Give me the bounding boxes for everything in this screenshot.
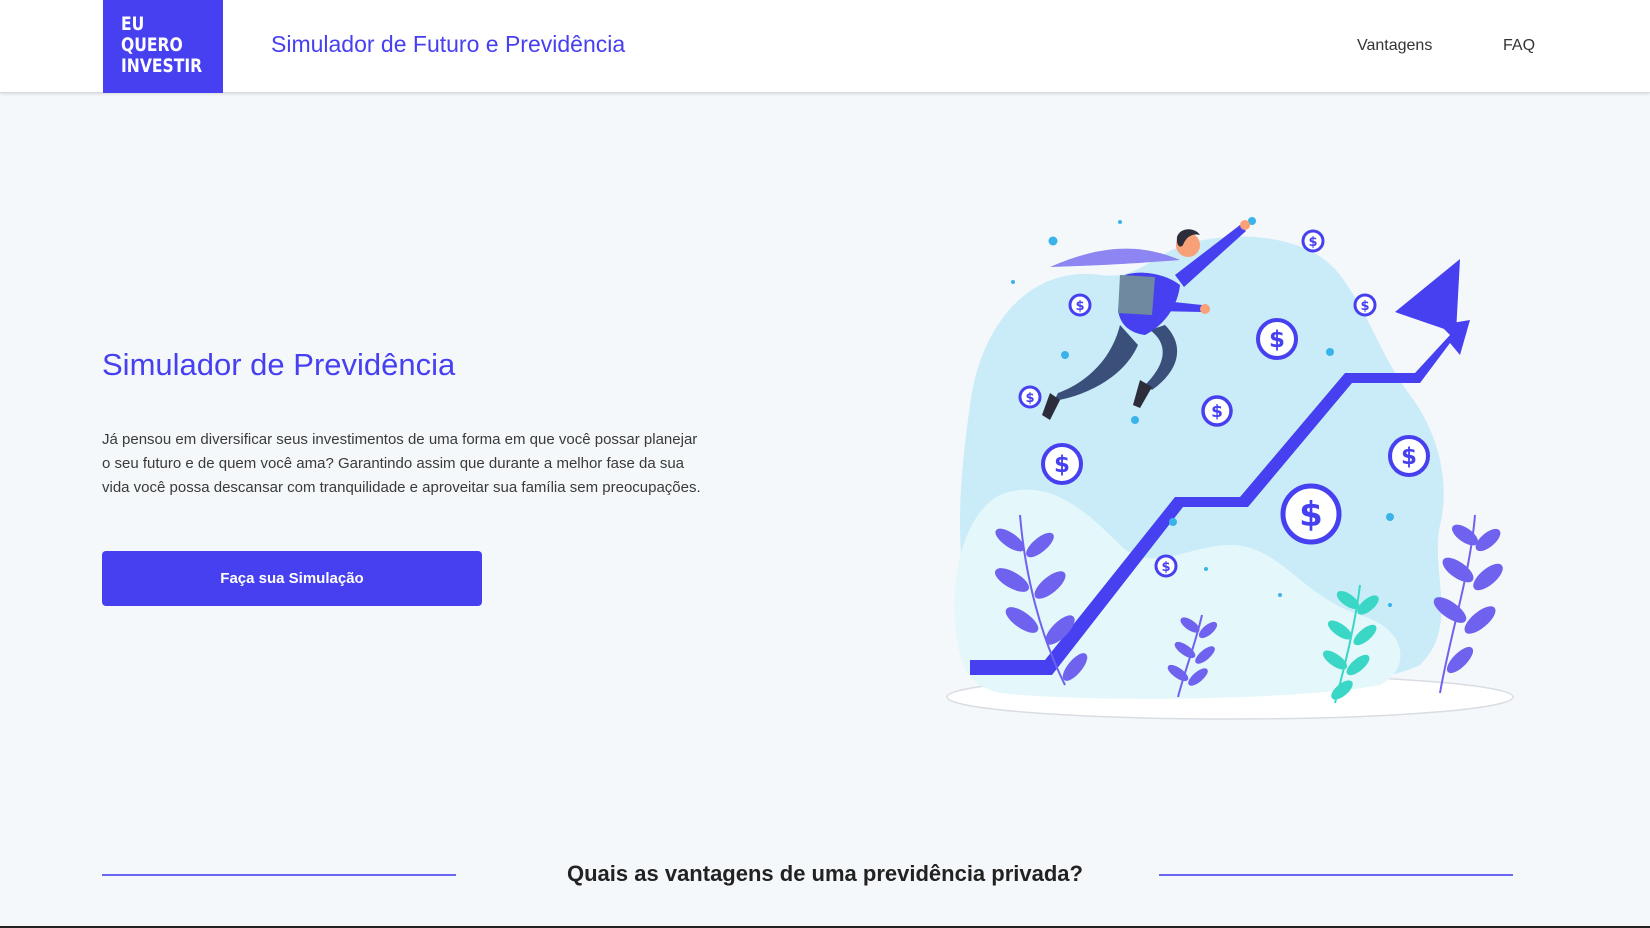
hand xyxy=(1240,220,1250,230)
logo-line-1: EU xyxy=(121,13,145,35)
plant-right xyxy=(1433,514,1503,694)
nav-link-faq[interactable]: FAQ xyxy=(1503,37,1535,55)
svg-text:$: $ xyxy=(1211,402,1223,422)
logo[interactable]: EU QUERO INVESTIR xyxy=(103,0,223,93)
svg-text:$: $ xyxy=(1161,560,1170,575)
svg-text:$: $ xyxy=(1025,391,1034,406)
svg-text:$: $ xyxy=(1401,444,1417,470)
nav-link-vantagens[interactable]: Vantagens xyxy=(1357,37,1432,55)
hero-description: Já pensou em diversificar seus investime… xyxy=(102,431,701,496)
svg-text:$: $ xyxy=(1308,235,1317,250)
logo-line-3: INVESTIR xyxy=(121,55,203,77)
svg-text:$: $ xyxy=(1269,327,1285,353)
svg-text:$: $ xyxy=(1360,299,1369,314)
svg-text:$: $ xyxy=(1299,495,1323,535)
simulation-button[interactable]: Faça sua Simulação xyxy=(102,551,482,606)
hand xyxy=(1200,304,1210,314)
logo-line-2: QUERO xyxy=(121,34,183,56)
divider-right xyxy=(1159,874,1513,876)
svg-text:$: $ xyxy=(1054,452,1070,478)
site-title: Simulador de Futuro e Previdência xyxy=(271,31,626,57)
svg-text:$: $ xyxy=(1075,299,1084,314)
backpack xyxy=(1118,275,1155,315)
site-header: EU QUERO INVESTIR Simulador de Futuro e … xyxy=(0,0,1650,93)
hero-title: Simulador de Previdência xyxy=(102,347,456,382)
growth-illustration: $ $ $ $ $ $ $ $ $ $ xyxy=(946,217,1514,720)
arrow-head xyxy=(1395,259,1460,333)
